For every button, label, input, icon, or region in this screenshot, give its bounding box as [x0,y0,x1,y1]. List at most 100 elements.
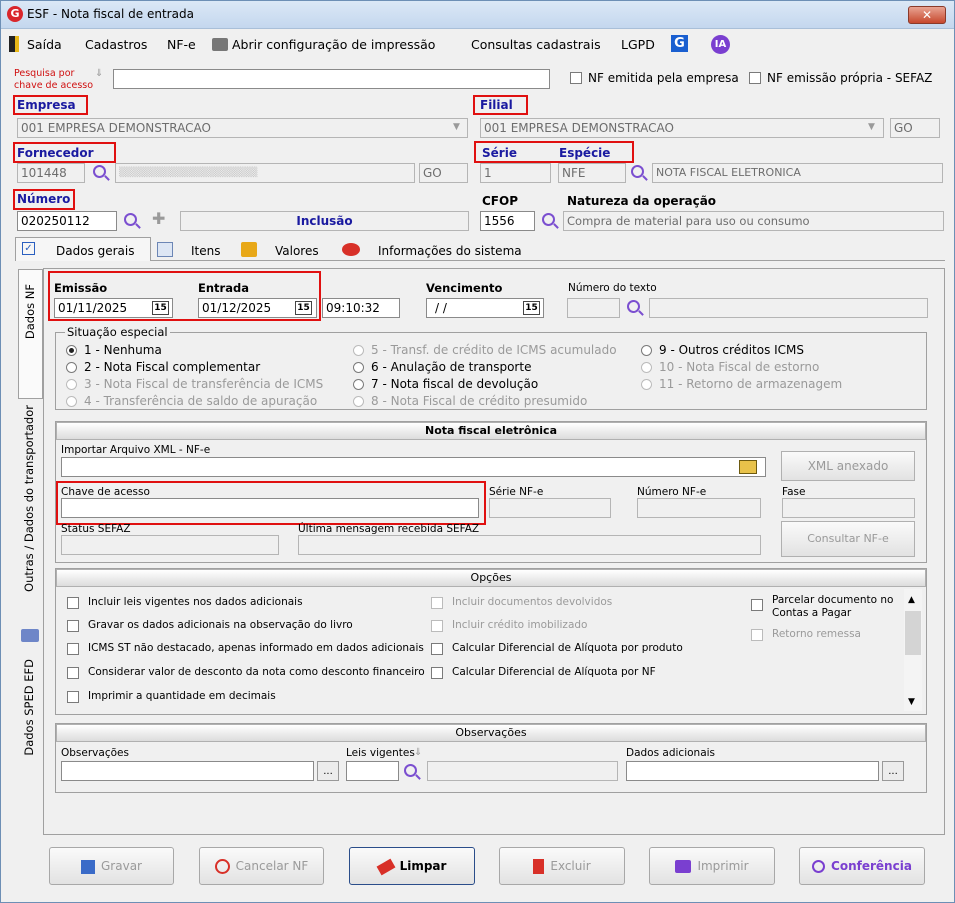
nf-emitida-checkbox[interactable] [570,72,582,84]
filial-highlight [473,95,528,115]
xml-anexado-button[interactable]: XML anexado [781,451,915,481]
num-texto-input[interactable] [567,298,620,318]
consultar-nfe-button[interactable]: Consultar NF-e [781,521,915,557]
opcao-7-checkbox[interactable] [431,620,443,632]
importar-input[interactable] [61,457,766,477]
opcao-5-checkbox[interactable] [67,691,79,703]
nf-propria-label: NF emissão própria - SEFAZ [767,71,933,85]
tab-dados-gerais[interactable]: ✓ Dados gerais [15,237,151,261]
opcao-4-checkbox[interactable] [67,667,79,679]
numero-input[interactable]: 020250112 [17,211,117,231]
tab-valores[interactable]: Valores [235,240,335,260]
chevron-down-icon[interactable]: ▼ [908,697,915,707]
importar-label: Importar Arquivo XML - NF-e [61,444,211,456]
opcao-3-checkbox[interactable] [67,643,79,655]
fornecedor-code[interactable]: 101448 [17,163,85,183]
opcao-2-label: Gravar os dados adicionais na observação… [88,619,353,631]
radio-10[interactable] [641,362,652,373]
g-logo-icon[interactable]: G [671,35,688,52]
calendar-icon[interactable]: 15 [523,301,540,315]
menu-cadastros[interactable]: Cadastros [85,37,147,52]
opcao-2-checkbox[interactable] [67,620,79,632]
menu-consultas[interactable]: Consultas cadastrais [471,37,601,52]
situacao-title: Situação especial [65,325,170,339]
vtab-outras[interactable]: Outras / Dados do transportador [18,401,43,629]
menu-nfe[interactable]: NF-e [167,37,196,52]
pesquisa-input[interactable] [113,69,550,89]
tab-informacoes[interactable]: Informações do sistema [336,240,532,260]
vtab-sped[interactable]: Dados SPED EFD [18,653,43,803]
excluir-button[interactable]: Excluir [499,847,625,885]
tab-itens[interactable]: Itens [151,240,233,260]
tab-baseline [15,260,945,261]
plus-icon[interactable]: ✚ [152,209,165,228]
search-icon[interactable] [631,165,644,178]
observacoes-input[interactable] [61,761,314,781]
empresa-select[interactable]: 001 EMPRESA DEMONSTRACAO [17,118,468,138]
chave-highlight [56,481,486,525]
especie-input[interactable]: NFE [558,163,626,183]
filial-uf: GO [890,118,940,138]
search-icon[interactable] [542,213,555,226]
ia-icon[interactable]: IA [711,35,730,54]
chevron-down-icon[interactable]: ▼ [453,122,460,132]
opcao-4-label: Considerar valor de desconto da nota com… [88,666,425,678]
search-icon[interactable] [124,213,137,226]
opcoes-scrollbar[interactable]: ▲ ▼ [904,589,922,711]
opcao-1-checkbox[interactable] [67,597,79,609]
chevron-down-icon[interactable]: ▼ [868,122,875,132]
close-button[interactable]: ✕ [908,6,946,24]
dados-adicionais-input[interactable] [626,761,879,781]
opcao-10-checkbox[interactable] [751,599,763,611]
folder-open-icon[interactable] [739,460,757,474]
radio-1[interactable] [66,345,77,356]
trash-icon [533,859,545,874]
radio-4[interactable] [66,396,77,407]
conferencia-button[interactable]: Conferência [799,847,925,885]
radio-11[interactable] [641,379,652,390]
radio-8[interactable] [353,396,364,407]
natureza-label: Natureza da operação [567,194,717,208]
search-icon[interactable] [93,165,106,178]
radio-9[interactable] [641,345,652,356]
app-logo-icon: G [7,6,23,22]
imprimir-button[interactable]: Imprimir [649,847,775,885]
observacoes-dots-button[interactable]: ... [317,761,339,781]
opcao-11-checkbox[interactable] [751,629,763,641]
cancelar-nf-button[interactable]: Cancelar NF [199,847,324,885]
opcao-9-checkbox[interactable] [431,667,443,679]
scrollbar-thumb[interactable] [905,611,921,655]
radio-5[interactable] [353,345,364,356]
search-icon[interactable] [404,764,417,777]
opcao-8-checkbox[interactable] [431,643,443,655]
fase-label: Fase [782,486,806,498]
serie-input[interactable]: 1 [480,163,551,183]
pin-icon: ⇓ [95,68,104,79]
leis-input[interactable] [346,761,399,781]
filial-select[interactable]: 001 EMPRESA DEMONSTRACAO [480,118,884,138]
radio-2[interactable] [66,362,77,373]
cancel-icon [214,859,230,874]
radio-6[interactable] [353,362,364,373]
gravar-button[interactable]: Gravar [49,847,174,885]
chevron-up-icon[interactable]: ▲ [908,595,915,605]
hora-input[interactable]: 09:10:32 [322,298,400,318]
main-window: G ESF - Nota fiscal de entrada ✕ Saída C… [0,0,955,903]
menu-impressao[interactable]: Abrir configuração de impressão [232,37,435,52]
limpar-button[interactable]: Limpar [349,847,475,885]
num-texto-label: Número do texto [568,282,657,294]
dados-dots-button[interactable]: ... [882,761,904,781]
search-icon[interactable] [627,300,640,313]
cfop-input[interactable]: 1556 [480,211,535,231]
opcao-6-checkbox[interactable] [431,597,443,609]
opcao-3-label: ICMS ST não destacado, apenas informado … [88,642,424,654]
nf-propria-checkbox[interactable] [749,72,761,84]
radio-3[interactable] [66,379,77,390]
radio-7[interactable] [353,379,364,390]
calendar-icon[interactable]: 15 [295,301,312,315]
opcao-9-label: Calcular Diferencial de Alíquota por NF [452,666,656,678]
menu-saida[interactable]: Saída [27,37,62,52]
calendar-icon[interactable]: 15 [152,301,169,315]
vtab-dados-nf[interactable]: Dados NF [18,269,43,399]
menu-lgpd[interactable]: LGPD [621,37,655,52]
